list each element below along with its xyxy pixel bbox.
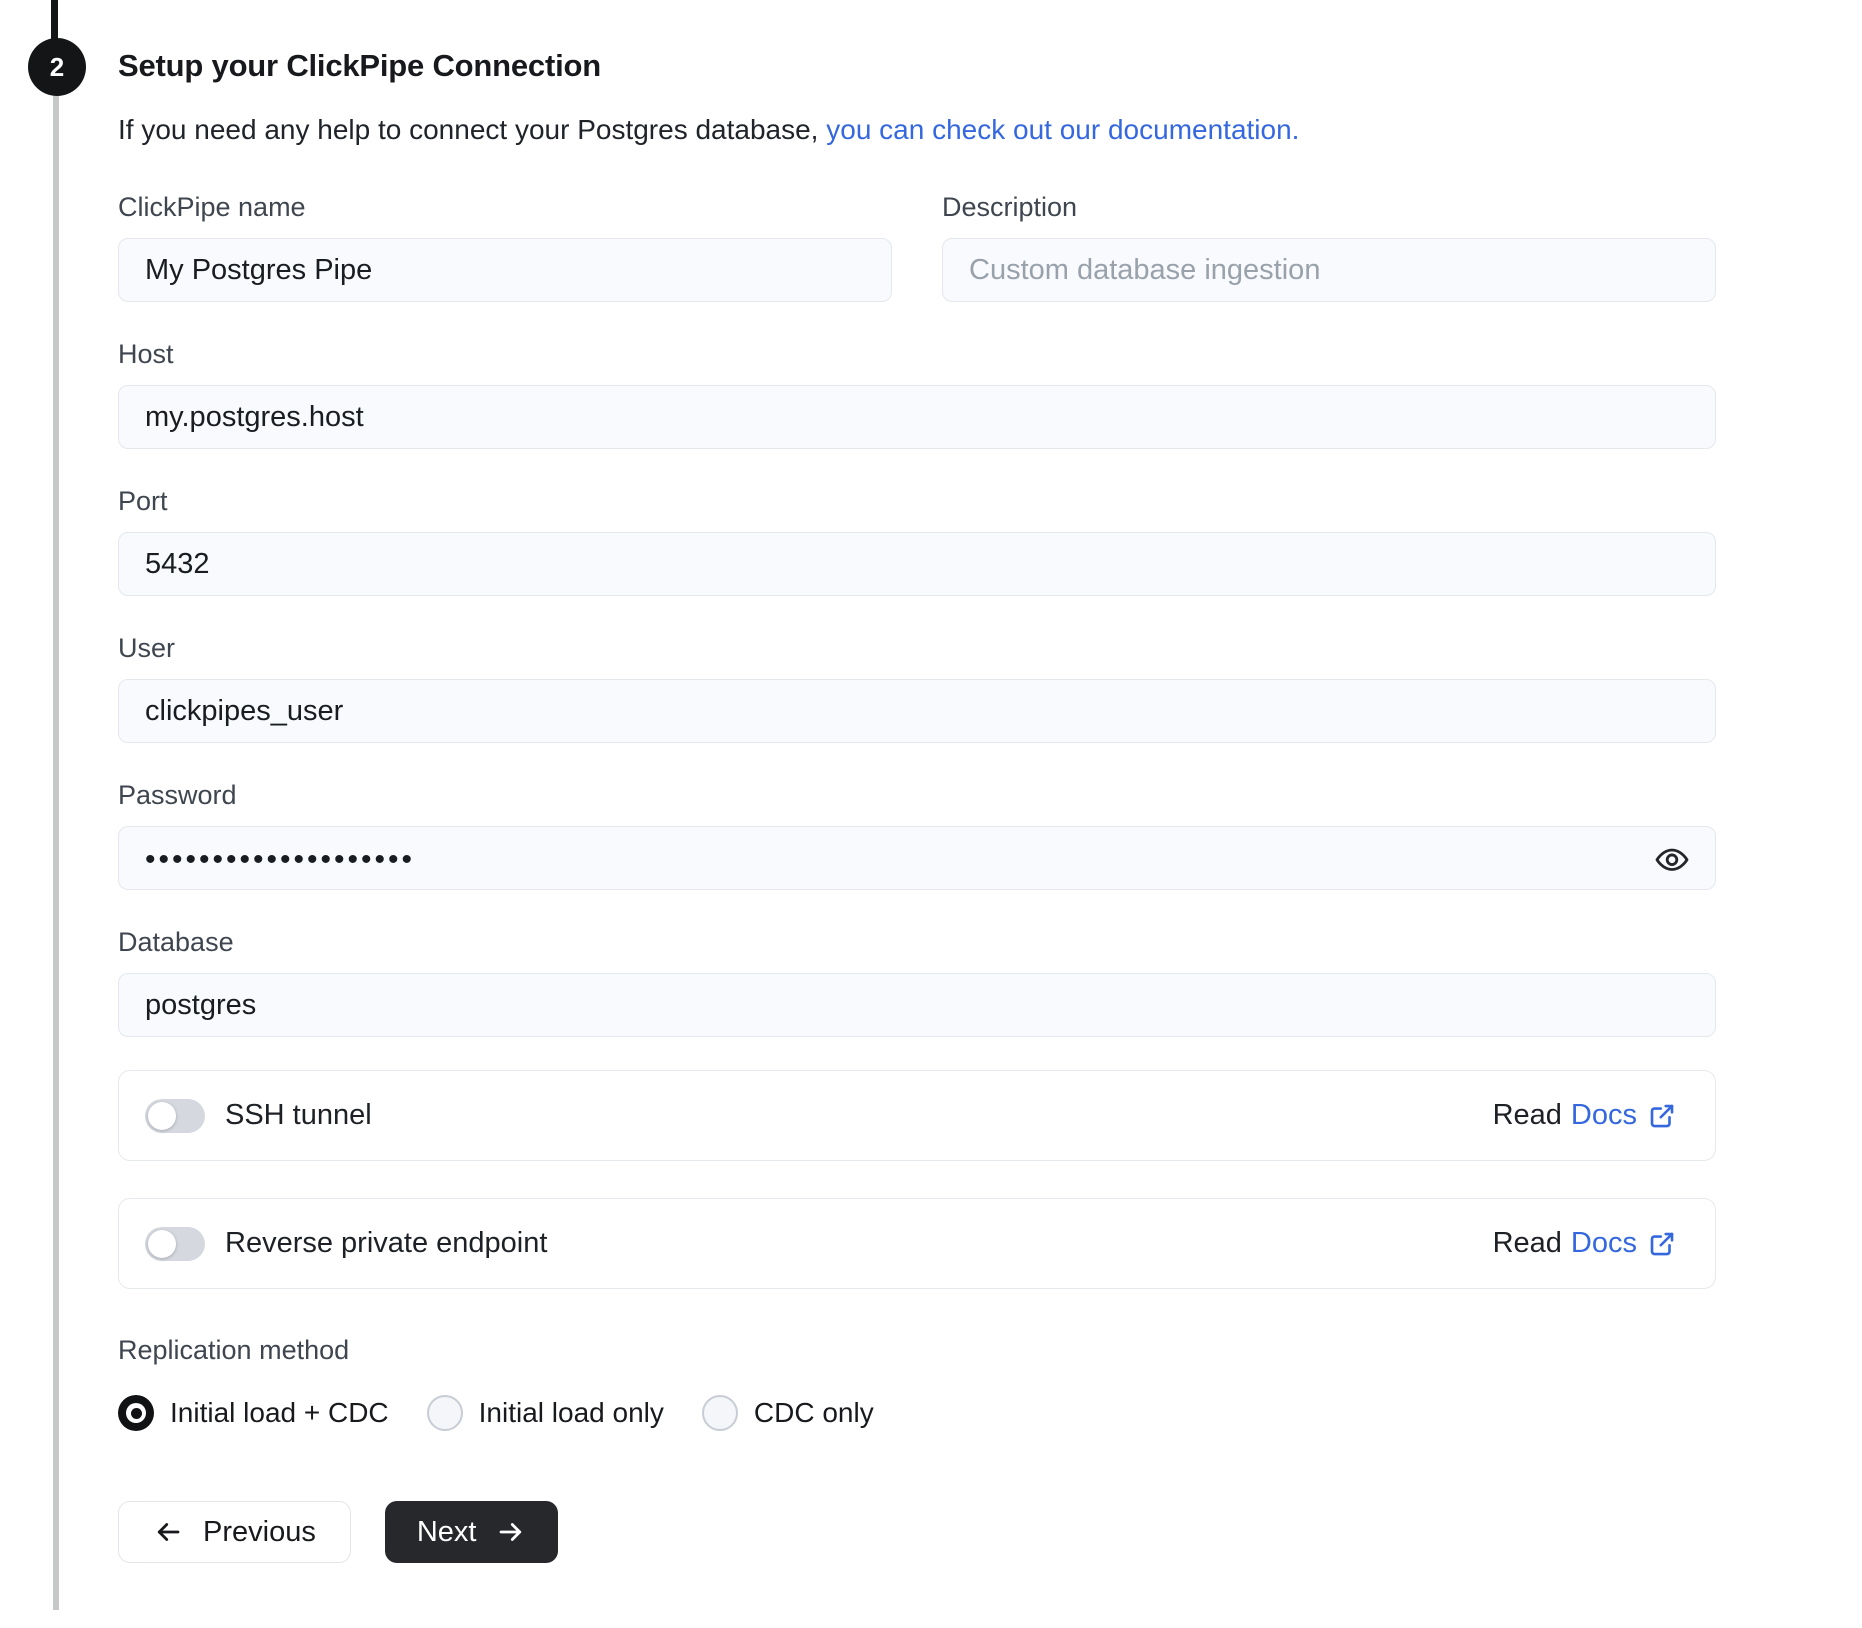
radio-ring (126, 1403, 146, 1423)
name-description-row: ClickPipe name Description (118, 190, 1716, 302)
host-label: Host (118, 339, 174, 369)
toggle-knob (148, 1101, 176, 1130)
password-group: Password (118, 778, 1716, 890)
host-group: Host (118, 337, 1716, 449)
next-button[interactable]: Next (384, 1501, 559, 1563)
docs-link-text: Docs (1570, 1099, 1637, 1131)
read-text: Read (1492, 1099, 1562, 1131)
replication-method-label: Replication method (118, 1335, 350, 1365)
port-group: Port (118, 484, 1716, 596)
previous-button-label: Previous (203, 1515, 316, 1548)
ssh-tunnel-box: SSH tunnel Read Docs (118, 1070, 1716, 1161)
toggle-knob (148, 1229, 176, 1258)
reverse-private-endpoint-label: Reverse private endpoint (225, 1227, 548, 1259)
description-group: Description (942, 190, 1716, 302)
database-label: Database (118, 927, 234, 957)
reverse-private-endpoint-toggle[interactable] (145, 1226, 205, 1261)
database-input[interactable] (118, 973, 1716, 1037)
radio-option-cdc-only[interactable]: CDC only (701, 1395, 874, 1431)
radio-option-initial-load-cdc[interactable]: Initial load + CDC (118, 1395, 389, 1431)
clickpipe-name-label: ClickPipe name (118, 192, 306, 222)
password-label: Password (118, 780, 237, 810)
ssh-docs-link[interactable]: Docs (1571, 1099, 1677, 1132)
description-input[interactable] (942, 238, 1716, 302)
database-group: Database (118, 925, 1716, 1037)
ssh-tunnel-label: SSH tunnel (225, 1099, 372, 1131)
arrow-right-icon (496, 1517, 526, 1547)
step-indicator: 2 (28, 38, 86, 96)
host-input[interactable] (118, 385, 1716, 449)
previous-button[interactable]: Previous (118, 1501, 351, 1563)
toggle-password-visibility-button[interactable] (1650, 838, 1694, 882)
clickpipe-name-group: ClickPipe name (118, 190, 892, 302)
help-text: If you need any help to connect your Pos… (118, 112, 1716, 148)
user-label: User (118, 633, 176, 663)
radio-button[interactable] (701, 1395, 738, 1431)
ssh-read-docs: Read Docs (1493, 1099, 1677, 1132)
setup-connection-section: Setup your ClickPipe Connection If you n… (118, 0, 1716, 1563)
external-link-icon (1647, 1229, 1677, 1259)
port-input[interactable] (118, 532, 1716, 596)
help-text-static: If you need any help to connect your Pos… (118, 114, 827, 145)
read-text: Read (1492, 1227, 1562, 1259)
radio-option-initial-load-only[interactable]: Initial load only (426, 1395, 664, 1431)
page-title: Setup your ClickPipe Connection (118, 48, 601, 83)
reverse-private-endpoint-box: Reverse private endpoint Read Docs (118, 1198, 1716, 1289)
description-label: Description (942, 192, 1078, 222)
next-button-label: Next (416, 1515, 477, 1548)
password-input[interactable] (118, 826, 1716, 890)
external-link-icon (1647, 1101, 1677, 1131)
radio-label: Initial load only (478, 1397, 664, 1428)
eye-icon (1654, 842, 1690, 878)
ssh-tunnel-toggle[interactable] (145, 1098, 205, 1133)
step-connector-bottom (53, 96, 59, 1610)
radio-label: CDC only (753, 1397, 874, 1428)
user-input[interactable] (118, 679, 1716, 743)
rpe-read-docs: Read Docs (1493, 1227, 1677, 1260)
docs-link-text: Docs (1570, 1227, 1637, 1259)
form-actions: Previous Next (118, 1501, 1716, 1563)
clickpipe-name-input[interactable] (118, 238, 892, 302)
documentation-link[interactable]: you can check out our documentation. (826, 114, 1299, 145)
radio-dot (130, 1407, 142, 1419)
rpe-docs-link[interactable]: Docs (1571, 1227, 1677, 1260)
port-label: Port (118, 486, 168, 516)
radio-label: Initial load + CDC (170, 1397, 389, 1428)
user-group: User (118, 631, 1716, 743)
radio-button[interactable] (426, 1395, 463, 1431)
step-number: 2 (49, 51, 65, 82)
radio-button[interactable] (118, 1395, 154, 1431)
replication-method-options: Initial load + CDC Initial load only CDC… (118, 1395, 1716, 1431)
password-input-wrap (118, 826, 1716, 890)
arrow-left-icon (153, 1517, 183, 1547)
